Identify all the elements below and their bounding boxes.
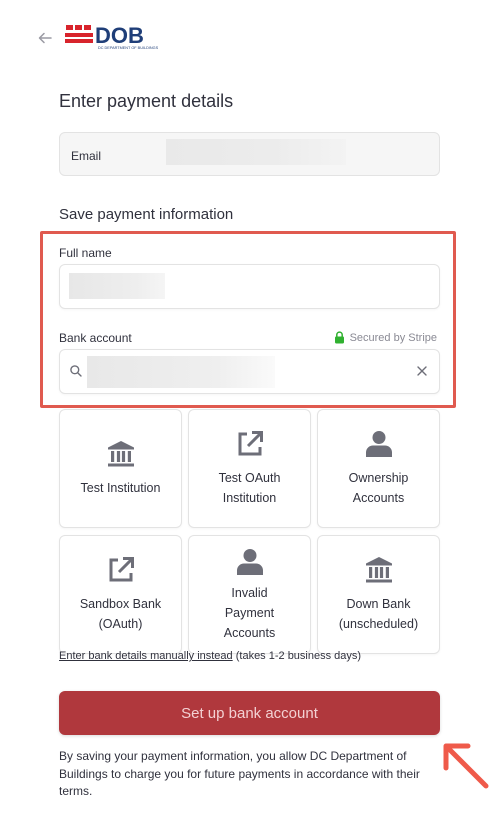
manual-entry-link[interactable]: Enter bank details manually instead: [59, 650, 233, 662]
bank-tile-label: Sandbox Bank (OAuth): [79, 597, 162, 631]
bank-tile-ownership-accounts[interactable]: Ownership Accounts: [317, 409, 440, 528]
secured-text: Secured by Stripe: [349, 331, 437, 344]
search-icon: [70, 365, 82, 377]
bank-search-value-redacted: [87, 356, 275, 388]
external-link-icon: [109, 557, 134, 582]
annotation-arrow-icon: [443, 743, 489, 789]
person-icon: [236, 548, 263, 575]
bank-tile-sandbox-bank[interactable]: Sandbox Bank (OAuth): [59, 535, 182, 654]
external-link-icon: [238, 431, 263, 456]
close-icon[interactable]: [415, 364, 429, 378]
bank-tile-down-bank[interactable]: Down Bank (unscheduled): [317, 535, 440, 654]
full-name-input[interactable]: [59, 264, 440, 309]
page-title: Enter payment details: [59, 91, 234, 111]
full-name-value-redacted: [69, 273, 165, 299]
bank-tile-test-institution[interactable]: Test Institution: [59, 409, 182, 528]
full-name-label: Full name: [59, 246, 112, 260]
bank-icon: [365, 557, 392, 583]
bank-tile-label: Test Institution: [80, 481, 161, 495]
save-payment-title: Save payment information: [59, 206, 234, 223]
svg-text:DC DEPARTMENT OF BUILDINGS: DC DEPARTMENT OF BUILDINGS: [98, 46, 158, 50]
manual-entry-note: (takes 1-2 business days): [232, 650, 362, 662]
bank-grid: Test Institution Test OAuth Institution …: [59, 409, 440, 654]
bank-tile-label: Ownership Accounts: [348, 471, 409, 505]
set-up-bank-account-button[interactable]: Set up bank account: [59, 691, 440, 735]
bank-tile-label: Invalid Payment Accounts: [223, 585, 276, 640]
svg-text:DOB: DOB: [95, 23, 144, 48]
person-icon: [365, 431, 392, 457]
email-label: Email: [71, 149, 102, 163]
bank-tile-test-oauth-institution[interactable]: Test OAuth Institution: [188, 409, 311, 528]
back-arrow-icon[interactable]: [36, 29, 54, 47]
bank-tile-invalid-payment-accounts[interactable]: Invalid Payment Accounts: [188, 535, 311, 654]
dob-logo: DOB DC DEPARTMENT OF BUILDINGS: [65, 23, 158, 50]
bank-search-input[interactable]: [59, 349, 440, 394]
bank-account-label: Bank account: [59, 331, 132, 345]
manual-entry-row: Enter bank details manually instead (tak…: [59, 650, 361, 662]
email-value-redacted: [166, 139, 346, 165]
consent-text: By saving your payment information, you …: [59, 749, 420, 798]
bank-tile-label: Test OAuth Institution: [218, 471, 281, 505]
secured-by-stripe: Secured by Stripe: [334, 331, 437, 344]
bank-tile-label: Down Bank (unscheduled): [338, 597, 419, 631]
email-field[interactable]: Email: [59, 132, 440, 176]
lock-icon: [334, 331, 344, 344]
bank-icon: [107, 441, 134, 467]
